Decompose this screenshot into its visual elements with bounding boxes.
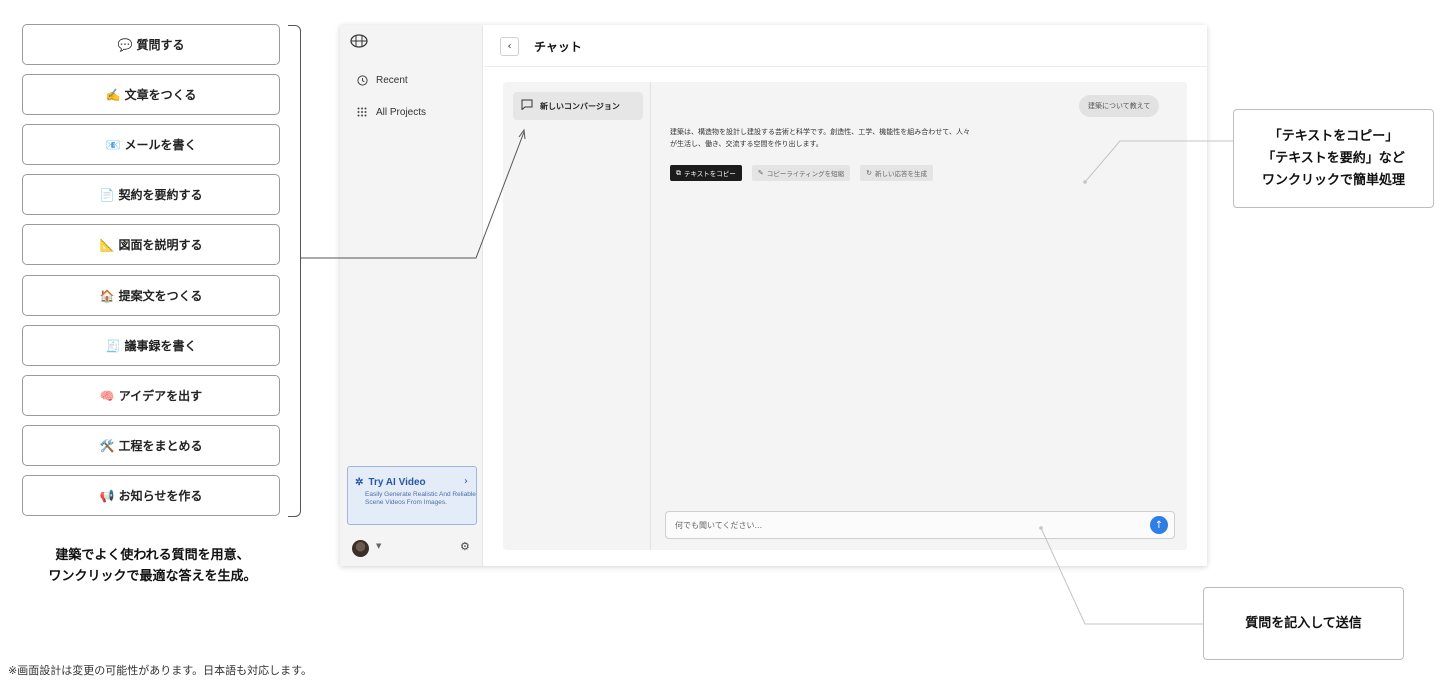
prompt-button-notice[interactable]: 📢 お知らせを作る (22, 475, 280, 516)
prompt-label: アイデアを出す (118, 389, 203, 403)
sidebar-item-recent[interactable]: Recent (356, 74, 408, 86)
prompt-label: 工程をまとめる (118, 439, 203, 453)
house-icon: 🏠 (99, 288, 115, 303)
answer-actions: ⧉ テキストをコピー ✎ コピーライティングを短縮 ↻ 新しい応答を生成 (670, 165, 934, 181)
conversation-list: 新しいコンバージョン (503, 82, 651, 550)
tools-icon: 🛠️ (99, 438, 115, 453)
prompt-label: メールを書く (124, 138, 197, 152)
speech-bubble-icon: 💬 (117, 37, 133, 52)
sidebar: Recent All Projects ✲ Try AI Video › Easi… (340, 25, 483, 566)
app-window: Recent All Projects ✲ Try AI Video › Easi… (340, 25, 1207, 566)
prompt-button-minutes[interactable]: 🧾 議事録を書く (22, 325, 280, 366)
arrow-up-icon: ↑ (1154, 519, 1164, 531)
prompt-label: 図面を説明する (118, 238, 203, 252)
prompt-label: 議事録を書く (124, 339, 197, 353)
megaphone-icon: 📢 (99, 488, 115, 503)
send-callout: 質問を記入して送信 (1203, 587, 1404, 660)
prompt-button-ideas[interactable]: 🧠 アイデアを出す (22, 375, 280, 416)
sidebar-item-all-projects[interactable]: All Projects (356, 106, 426, 118)
callout-line: 質問を記入して送信 (1245, 615, 1362, 631)
sidebar-item-label: All Projects (376, 106, 427, 118)
prompt-button-ask[interactable]: 💬 質問する (22, 24, 280, 65)
email-icon: 📧 (105, 137, 121, 152)
triangle-ruler-icon: 📐 (99, 237, 115, 252)
assistant-answer: 建築は、構造物を設計し建設する芸術と科学です。創造性、工学、機能性を組み合わせて… (670, 126, 1040, 150)
answer-line: 建築は、構造物を設計し建設する芸術と科学です。創造性、工学、機能性を組み合わせて… (670, 128, 970, 136)
prompt-button-drawing[interactable]: 📐 図面を説明する (22, 224, 280, 265)
prompt-label: 提案文をつくる (118, 289, 203, 303)
prompt-button-write[interactable]: ✍️ 文章をつくる (22, 74, 280, 115)
action-label: コピーライティングを短縮 (766, 170, 845, 178)
caption-line: ワンクリックで最適な答えを生成。 (48, 569, 257, 584)
callout-line: ワンクリックで簡単処理 (1261, 172, 1405, 188)
chevron-down-icon[interactable]: ▼ (376, 542, 381, 550)
callout-line: 「テキストをコピー」 (1268, 128, 1399, 144)
promo-title-text: Try AI Video (368, 477, 426, 488)
prompt-button-schedule[interactable]: 🛠️ 工程をまとめる (22, 425, 280, 466)
refresh-icon: ↻ (866, 169, 873, 177)
feature-callout: 「テキストをコピー」 「テキストを要約」など ワンクリックで簡単処理 (1233, 109, 1434, 208)
prompt-button-proposal[interactable]: 🏠 提案文をつくる (22, 275, 280, 316)
avatar[interactable] (352, 540, 369, 557)
left-caption: 建築でよく使われる質問を用意、 ワンクリックで最適な答えを生成。 (30, 545, 275, 587)
chat-panel: 新しいコンバージョン 建築について教えて 建築は、構造物を設計し建設する芸術と科… (503, 82, 1187, 550)
answer-line: が生活し、働き、交流する空間を作り出します。 (670, 140, 823, 148)
conversation-label: 新しいコンバージョン (540, 101, 620, 111)
regenerate-button[interactable]: ↻ 新しい応答を生成 (860, 165, 934, 181)
footnote: ※画面設計は変更の可能性があります。日本語も対応します。 (8, 664, 313, 677)
prompt-button-contract[interactable]: 📄 契約を要約する (22, 174, 280, 215)
sidebar-item-label: Recent (376, 74, 408, 86)
sparkle-icon: ✲ (355, 477, 364, 488)
brain-icon: 🧠 (99, 388, 115, 403)
receipt-icon: 🧾 (105, 338, 121, 353)
chat-bubble-icon (521, 99, 533, 113)
prompt-label: 文章をつくる (124, 88, 197, 102)
prompt-button-email[interactable]: 📧 メールを書く (22, 124, 280, 165)
header: ‹ チャット (484, 25, 1207, 67)
chevron-right-icon: › (464, 476, 468, 487)
caption-line: 建築でよく使われる質問を用意、 (55, 548, 250, 563)
pencil-icon: ✎ (757, 169, 764, 177)
try-ai-video-card[interactable]: ✲ Try AI Video › Easily Generate Realisti… (347, 466, 477, 525)
action-label: 新しい応答を生成 (875, 170, 928, 178)
send-button[interactable]: ↑ (1150, 516, 1168, 534)
page-title: チャット (534, 40, 582, 54)
copy-text-button[interactable]: ⧉ テキストをコピー (670, 165, 742, 181)
gear-icon[interactable]: ⚙ (460, 540, 470, 553)
promo-description: Easily Generate Realistic And Reliable S… (365, 491, 476, 506)
writing-hand-icon: ✍️ (105, 87, 121, 102)
back-button[interactable]: ‹ (500, 37, 519, 56)
callout-line: 「テキストを要約」など (1262, 150, 1405, 166)
promo-title: ✲ Try AI Video (355, 477, 426, 488)
shorten-copywriting-button[interactable]: ✎ コピーライティングを短縮 (751, 165, 851, 181)
copy-icon: ⧉ (676, 168, 681, 177)
conversation-item[interactable]: 新しいコンバージョン (513, 92, 643, 120)
message-input-box: ↑ (665, 511, 1175, 539)
chevron-left-icon: ‹ (507, 41, 512, 52)
prompt-group-bracket (288, 25, 301, 517)
user-message: 建築について教えて (1079, 95, 1160, 117)
grid-icon (356, 106, 368, 118)
prompt-label: 質問する (136, 38, 185, 52)
clock-icon (356, 74, 368, 86)
prompt-label: 契約を要約する (118, 188, 203, 202)
logo-icon[interactable] (350, 34, 368, 48)
action-label: テキストをコピー (684, 170, 736, 178)
document-icon: 📄 (99, 187, 115, 202)
prompt-label: お知らせを作る (118, 489, 203, 503)
message-input[interactable] (675, 518, 1135, 533)
